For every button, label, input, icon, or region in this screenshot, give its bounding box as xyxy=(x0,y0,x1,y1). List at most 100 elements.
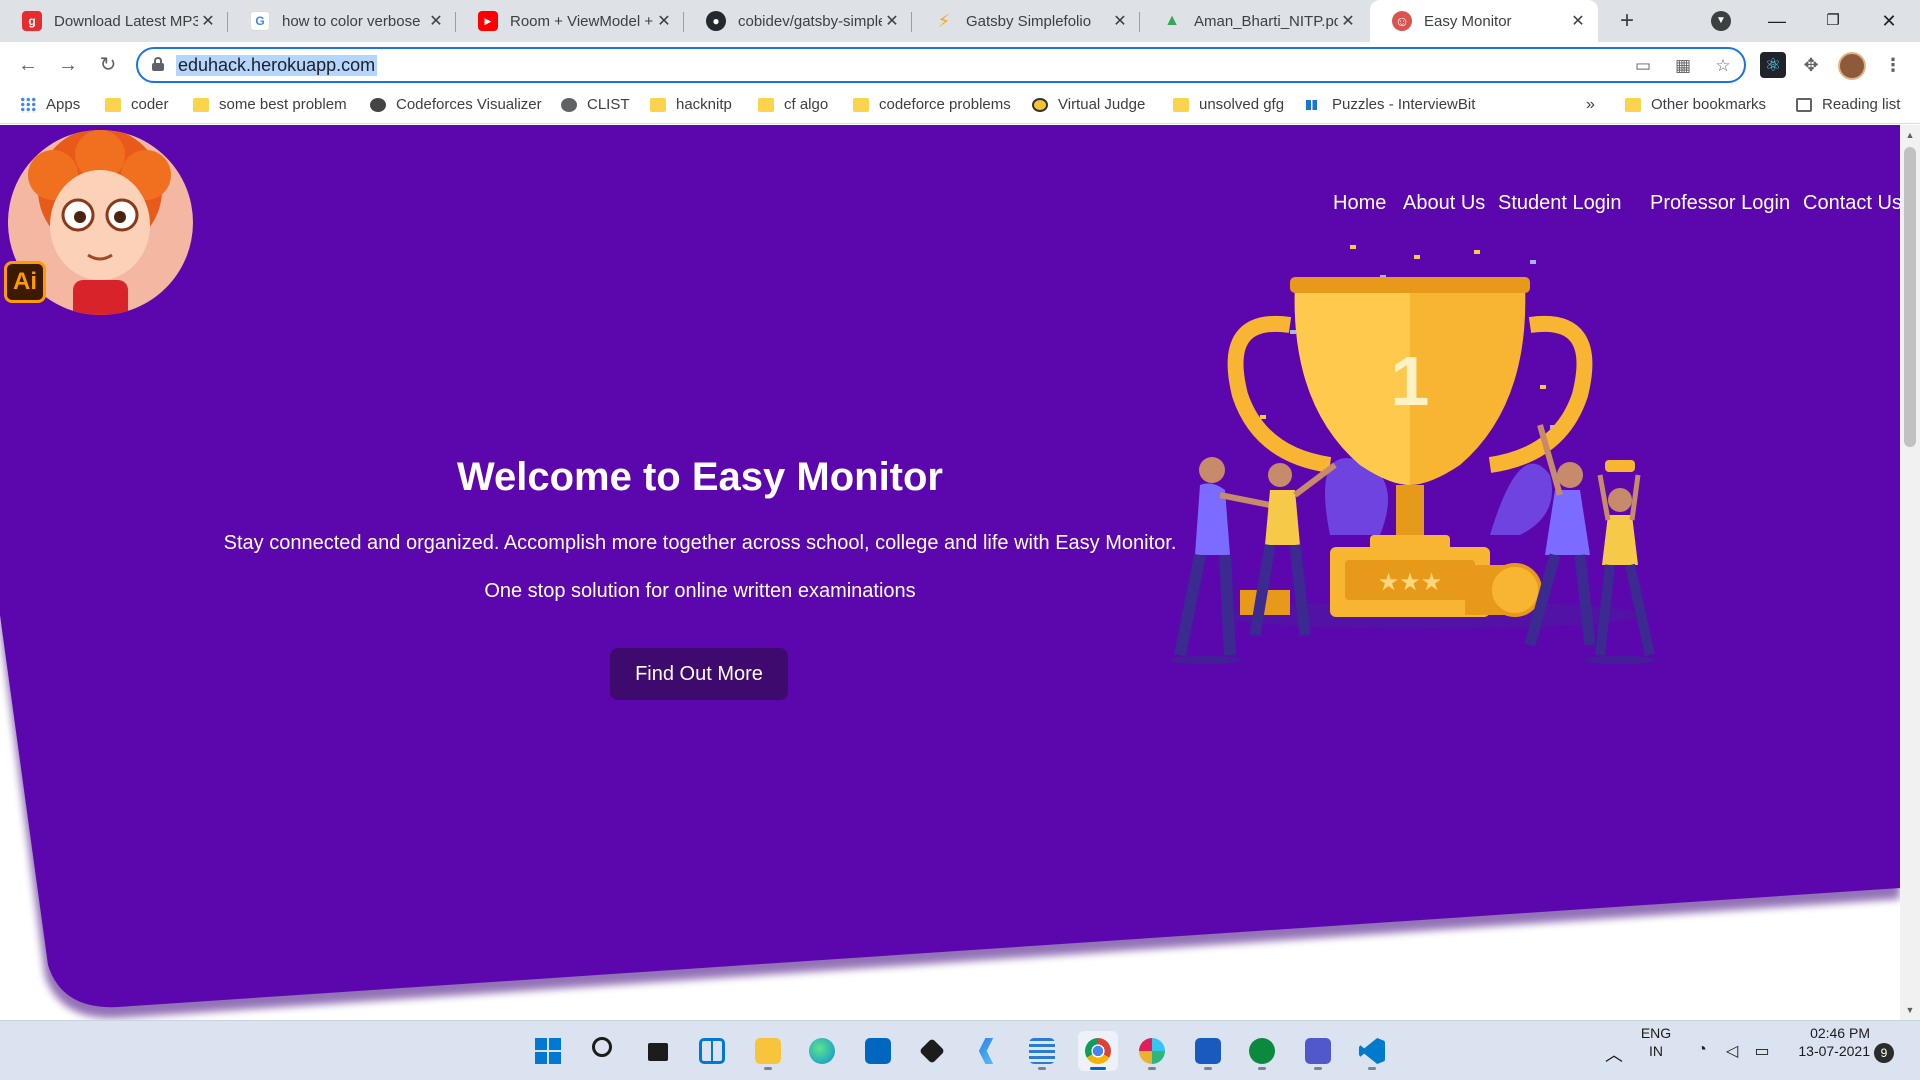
volume-icon[interactable]: ◁ xyxy=(1722,1041,1742,1061)
nav-about-us[interactable]: About Us xyxy=(1403,192,1485,215)
tab-google-drive[interactable]: ▲ Aman_Bharti_NITP.pdf ✕ xyxy=(1140,0,1368,42)
trophy-number: 1 xyxy=(1391,342,1430,420)
close-icon[interactable]: ✕ xyxy=(1568,11,1588,31)
tab-title: how to color verbose xyxy=(282,12,421,30)
close-icon[interactable]: ✕ xyxy=(198,11,218,31)
tab-github[interactable]: ● cobidev/gatsby-simple ✕ xyxy=(684,0,912,42)
scroll-down-icon[interactable]: ▼ xyxy=(1904,1005,1916,1015)
page-scrollbar[interactable]: ▲ ▼ xyxy=(1900,125,1920,1020)
react-devtools-icon[interactable]: ⚛ xyxy=(1760,52,1786,78)
folder-icon xyxy=(853,97,869,112)
tab-easy-monitor[interactable]: ☺ Easy Monitor ✕ xyxy=(1370,0,1598,42)
address-bar[interactable]: eduhack.herokuapp.com ▭ ▦ ☆ xyxy=(136,47,1746,83)
tab-search-icon[interactable]: ▼ xyxy=(1711,11,1731,31)
forward-icon[interactable]: → xyxy=(52,49,84,81)
bookmarks-overflow-icon[interactable]: » xyxy=(1586,96,1595,114)
bookmark-label: some best problem xyxy=(219,96,347,113)
reading-list-icon xyxy=(1796,97,1812,112)
close-icon[interactable]: ✕ xyxy=(882,11,902,31)
close-icon[interactable]: ✕ xyxy=(1338,11,1358,31)
folder-icon xyxy=(650,97,666,112)
tab-title: cobidev/gatsby-simple xyxy=(738,12,882,30)
window-close-icon[interactable]: ✕ xyxy=(1874,6,1904,36)
bookmark-hacknitp[interactable]: hacknitp xyxy=(650,96,732,113)
bookmark-apps[interactable]: Apps xyxy=(20,96,80,113)
bookmark-label: Codeforces Visualizer xyxy=(396,96,542,113)
cast-icon[interactable]: ▭ xyxy=(1632,55,1654,77)
browser-toolbar: ← → ↻ eduhack.herokuapp.com ▭ ▦ ☆ ⚛ ✥ ⋮ xyxy=(0,42,1920,88)
tab-title: Download Latest MP3 xyxy=(54,12,198,30)
close-icon[interactable]: ✕ xyxy=(654,11,674,31)
bookmark-codeforces-visualizer[interactable]: Codeforces Visualizer xyxy=(370,96,542,113)
bookmark-virtual-judge[interactable]: Virtual Judge xyxy=(1032,96,1145,113)
nav-home[interactable]: Home xyxy=(1333,192,1386,215)
wifi-icon[interactable]: ◔ xyxy=(1692,1041,1712,1061)
tab-google-search[interactable]: G how to color verbose ✕ xyxy=(228,0,456,42)
vjudge-icon xyxy=(1032,97,1048,112)
reading-list[interactable]: Reading list xyxy=(1796,96,1900,113)
bookmark-label: coder xyxy=(131,96,169,113)
bookmark-codeforce-problems[interactable]: codeforce problems xyxy=(853,96,1011,113)
lock-icon[interactable] xyxy=(152,57,164,71)
bookmark-cf-algo[interactable]: cf algo xyxy=(758,96,828,113)
bookmark-label: cf algo xyxy=(784,96,829,113)
tab-title: Gatsby Simplefolio xyxy=(966,12,1092,30)
hero-description: Stay connected and organized. Accomplish… xyxy=(223,532,1177,554)
clock[interactable]: 02:46 PM 13-07-2021 xyxy=(1786,1025,1870,1059)
bookmark-label: Apps xyxy=(46,96,81,113)
lightning-icon: ⚡ xyxy=(937,10,951,31)
globe-icon xyxy=(561,97,577,112)
system-tray: ︿ ENG IN ◔ ◁ ▭ 02:46 PM 13-07-2021 9 xyxy=(0,1021,1920,1080)
qr-code-icon[interactable]: ▦ xyxy=(1672,55,1694,77)
bookmark-label: hacknitp xyxy=(676,96,732,113)
language-indicator[interactable]: ENG IN xyxy=(1636,1025,1676,1059)
gaana-icon: g xyxy=(22,11,42,31)
tab-gatsby-simplefolio[interactable]: ⚡ Gatsby Simplefolio ✕ xyxy=(912,0,1140,42)
nav-professor-login[interactable]: Professor Login xyxy=(1650,192,1790,215)
easy-monitor-icon: ☺ xyxy=(1392,11,1412,31)
url-text[interactable]: eduhack.herokuapp.com xyxy=(176,55,378,76)
bookmark-puzzles-interviewbit[interactable]: Puzzles - InterviewBit xyxy=(1306,96,1475,113)
clock-time: 02:46 PM xyxy=(1810,1025,1870,1041)
tab-download-mp3[interactable]: g Download Latest MP3 ✕ xyxy=(0,0,228,42)
bookmark-coder[interactable]: coder xyxy=(105,96,169,113)
bookmarks-bar: Apps coder some best problem Codeforces … xyxy=(0,88,1920,124)
hero-tagline: One stop solution for online written exa… xyxy=(484,580,916,602)
battery-icon[interactable]: ▭ xyxy=(1752,1041,1772,1061)
tab-youtube[interactable]: ▶ Room + ViewModel + ✕ xyxy=(456,0,684,42)
extensions-icon[interactable]: ✥ xyxy=(1798,52,1824,78)
interviewbit-icon xyxy=(1306,99,1322,110)
folder-icon xyxy=(1173,97,1189,112)
bookmark-some-best-problem[interactable]: some best problem xyxy=(193,96,347,113)
new-tab-button[interactable]: + xyxy=(1612,6,1642,36)
profile-avatar[interactable] xyxy=(1838,52,1866,80)
bookmark-unsolved-gfg[interactable]: unsolved gfg xyxy=(1173,96,1284,113)
nav-contact-us[interactable]: Contact Us xyxy=(1803,192,1900,215)
minimize-icon[interactable]: — xyxy=(1762,6,1792,36)
bookmark-other-bookmarks[interactable]: Other bookmarks xyxy=(1625,96,1766,113)
bookmark-clist[interactable]: CLIST xyxy=(561,96,630,113)
show-hidden-icons-icon[interactable]: ︿ xyxy=(1604,1041,1624,1065)
reading-list-label: Reading list xyxy=(1822,96,1901,113)
scroll-thumb[interactable] xyxy=(1904,147,1916,447)
find-out-more-button[interactable]: Find Out More xyxy=(610,648,788,700)
nav-student-login[interactable]: Student Login xyxy=(1498,192,1621,215)
notification-badge[interactable]: 9 xyxy=(1874,1043,1894,1063)
reload-icon[interactable]: ↻ xyxy=(92,49,124,81)
tab-title: Room + ViewModel + xyxy=(510,12,654,30)
folder-icon xyxy=(1625,97,1641,112)
svg-text:★★★: ★★★ xyxy=(1378,568,1443,596)
back-icon[interactable]: ← xyxy=(12,49,44,81)
close-icon[interactable]: ✕ xyxy=(426,11,446,31)
page-viewport: Ai Home About Us Student Login Professor… xyxy=(0,125,1900,1020)
menu-icon[interactable]: ⋮ xyxy=(1880,52,1906,78)
ai-badge-icon: Ai xyxy=(4,261,46,303)
folder-icon xyxy=(193,97,209,112)
ai-badge-label: Ai xyxy=(13,268,37,295)
google-icon: G xyxy=(250,11,270,31)
language-code: ENG xyxy=(1640,1025,1672,1041)
close-icon[interactable]: ✕ xyxy=(1110,11,1130,31)
bookmark-star-icon[interactable]: ☆ xyxy=(1712,55,1734,77)
restore-icon[interactable]: ❐ xyxy=(1818,6,1848,36)
scroll-up-icon[interactable]: ▲ xyxy=(1904,130,1916,140)
